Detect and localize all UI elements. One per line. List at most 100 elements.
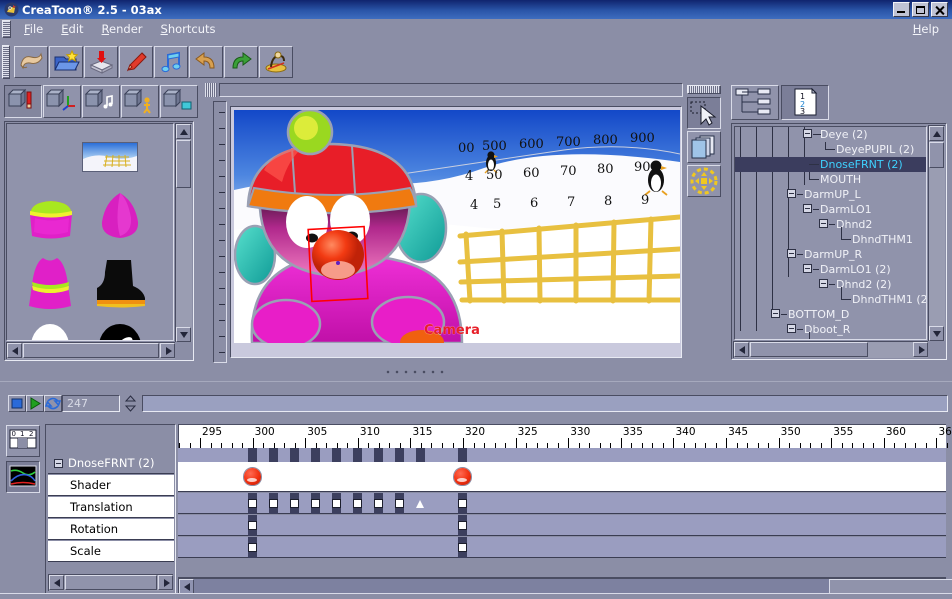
tree-vscrollbar[interactable] [928, 125, 945, 341]
tree-node-8[interactable]: DarmUP_R [735, 247, 926, 262]
library-tab-scene[interactable] [160, 85, 198, 118]
key-band-marker[interactable] [373, 448, 383, 462]
viewport-canvas[interactable]: 00 500 600 700 800 900 4 50 60 70 80 90 … [234, 110, 680, 343]
loop-button[interactable] [44, 395, 62, 412]
tree-expander-6[interactable] [819, 219, 828, 228]
asset-scroll-up-button[interactable] [176, 124, 191, 139]
interpolation-marker[interactable] [415, 500, 424, 508]
tree-node-11[interactable]: DhndTHM1 (2) [735, 292, 926, 307]
track-rotation[interactable]: Rotation [48, 519, 174, 540]
keyframe-marker[interactable] [394, 499, 404, 508]
track-expander-icon[interactable] [54, 458, 63, 468]
key-band-marker[interactable] [247, 448, 257, 462]
keyframe-marker[interactable] [247, 543, 257, 552]
tree-expander-5[interactable] [803, 204, 812, 213]
keyframe-marker[interactable] [331, 499, 341, 508]
tree-node-5[interactable]: DarmLO1 [735, 202, 926, 217]
menu-render[interactable]: Render [93, 20, 152, 38]
key-band-marker[interactable] [268, 448, 278, 462]
frame-spinner[interactable] [124, 395, 137, 412]
key-band-marker[interactable] [394, 448, 404, 462]
track-shader[interactable]: Shader [48, 475, 174, 496]
tree-node-7[interactable]: DhndTHM1 [735, 232, 926, 247]
tree-node-13[interactable]: Dboot_R [735, 322, 926, 337]
tree-expander-13[interactable] [787, 324, 796, 333]
track-hscrollbar[interactable] [48, 574, 173, 591]
edit-button[interactable] [119, 46, 153, 78]
tree-expander-0[interactable] [803, 129, 812, 138]
tree-expander-10[interactable] [819, 279, 828, 288]
menu-help[interactable]: Help [904, 20, 948, 38]
asset-list[interactable] [6, 123, 174, 341]
keyframe-marker[interactable] [268, 499, 278, 508]
track-hscroll-thumb[interactable] [65, 575, 157, 590]
key-band-marker[interactable] [415, 448, 425, 462]
close-button[interactable] [931, 2, 948, 17]
key-band-marker[interactable] [352, 448, 362, 462]
timeline-ruler[interactable]: 295 300 305 310 315 320 325 330 335 340 345 350 355 3… [178, 424, 952, 448]
keyframe-marker[interactable] [310, 499, 320, 508]
curve-mode-button[interactable] [6, 461, 40, 493]
asset-vscrollbar[interactable] [175, 123, 192, 342]
tree-hscroll-thumb[interactable] [750, 342, 868, 357]
tree-scroll-right-button[interactable] [913, 342, 928, 357]
tree-expander-4[interactable] [787, 189, 796, 198]
toolbar-drag-grip[interactable] [2, 45, 10, 79]
tree-node-3[interactable]: MOUTH [735, 172, 926, 187]
character-button[interactable] [259, 46, 293, 78]
track-translation[interactable]: Translation [48, 497, 174, 518]
dopesheet-mode-button[interactable]: 0 1 2 [6, 425, 40, 457]
key-band-marker[interactable] [458, 448, 468, 462]
track-scroll-right-button[interactable] [158, 575, 173, 590]
tree-node-12[interactable]: BOTTOM_D [735, 307, 926, 322]
asset-eye-white[interactable] [27, 320, 73, 340]
asset-hscroll-thumb[interactable] [23, 343, 159, 358]
track-scale[interactable]: Scale [48, 541, 174, 562]
asset-scroll-left-button[interactable] [7, 343, 22, 358]
view-tools-grip[interactable] [687, 85, 721, 94]
clay-tool-button[interactable] [14, 46, 48, 78]
menu-edit[interactable]: Edit [52, 20, 92, 38]
track-object[interactable]: DnoseFRNT (2) [48, 453, 174, 474]
new-scene-button[interactable] [49, 46, 83, 78]
key-band-marker[interactable] [289, 448, 299, 462]
asset-hat[interactable] [25, 192, 77, 247]
tree-expander-12[interactable] [771, 309, 780, 318]
shader-keyframe[interactable] [454, 468, 472, 485]
asset-eye-black[interactable] [95, 320, 145, 340]
tree-tab-order[interactable]: 1 2 3 [781, 85, 829, 120]
timeline-row-rotation[interactable] [178, 515, 946, 536]
timeline-row-translation[interactable] [178, 493, 946, 514]
menu-drag-grip[interactable] [2, 20, 11, 38]
redo-button[interactable] [224, 46, 258, 78]
timeline-row-scale[interactable] [178, 537, 946, 558]
sound-button[interactable] [154, 46, 188, 78]
undo-button[interactable] [189, 46, 223, 78]
key-band-marker[interactable] [310, 448, 320, 462]
asset-cone[interactable] [95, 190, 145, 245]
stop-button[interactable] [8, 395, 26, 412]
library-tab-sound[interactable] [82, 85, 120, 118]
tree-tab-hierarchy[interactable] [731, 85, 779, 120]
tree-node-9[interactable]: DarmLO1 (2) [735, 262, 926, 277]
keyframe-marker[interactable] [373, 499, 383, 508]
asset-hscrollbar[interactable] [6, 342, 175, 359]
tree-node-14[interactable]: Dtrouser [735, 337, 926, 339]
asset-dress[interactable] [23, 256, 77, 315]
asset-scroll-down-button[interactable] [176, 327, 191, 342]
import-button[interactable] [84, 46, 118, 78]
keyframe-marker[interactable] [458, 521, 468, 530]
key-band-marker[interactable] [331, 448, 341, 462]
keyframe-marker[interactable] [352, 499, 362, 508]
tree-scroll-down-button[interactable] [929, 326, 944, 341]
tree-vscroll-thumb[interactable] [929, 142, 944, 168]
keyframe-marker[interactable] [247, 521, 257, 530]
asset-scroll-right-button[interactable] [160, 343, 175, 358]
library-tab-objects[interactable] [4, 85, 42, 118]
menu-shortcuts[interactable]: Shortcuts [152, 20, 225, 38]
tree-node-2[interactable]: DnoseFRNT (2) [735, 157, 926, 172]
layers-tool-button[interactable] [687, 131, 721, 163]
shader-keyframe[interactable] [243, 468, 261, 485]
timeline-range-scrollbar[interactable] [142, 395, 948, 412]
minimize-button[interactable] [893, 2, 910, 17]
